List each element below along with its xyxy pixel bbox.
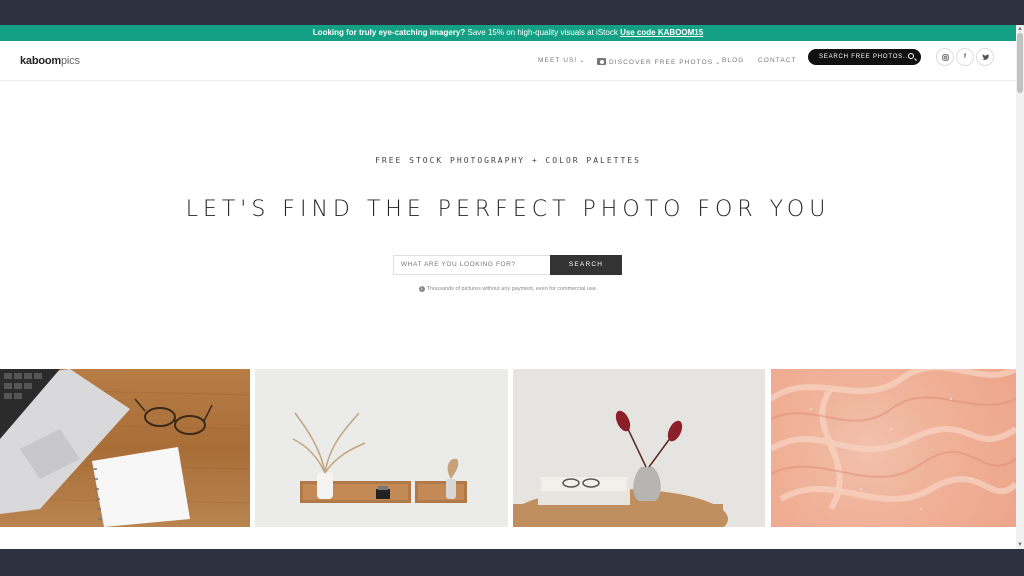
promo-banner: Looking for truly eye-catching imagery? … — [0, 25, 1016, 41]
chevron-down-icon: ⌄ — [715, 60, 722, 66]
hero-hint: i Thousands of pictures without any payme… — [0, 286, 1016, 292]
chevron-down-icon: ⌄ — [579, 58, 586, 64]
wall-shelf-vases-photo[interactable] — [255, 369, 508, 527]
page-scrollbar[interactable]: ▲ ▼ — [1016, 25, 1024, 549]
promo-text: Save 15% on high-quality visuals at iSto… — [467, 28, 618, 37]
hint-text: Thousands of pictures without any paymen… — [426, 286, 598, 292]
twitter-icon[interactable] — [976, 48, 994, 66]
hero-title: LET'S FIND THE PERFECT PHOTO FOR YOU — [185, 197, 831, 222]
facebook-icon[interactable]: f — [956, 48, 974, 66]
pink-texture-photo[interactable] — [771, 369, 1016, 527]
nav-discover-label: DISCOVER FREE PHOTOS — [609, 59, 714, 66]
window-frame-top — [0, 0, 1024, 25]
nav-blog[interactable]: BLOG — [722, 57, 744, 64]
window-frame-bottom — [0, 549, 1024, 576]
header-search-button[interactable]: SEARCH FREE PHOTOS... — [808, 49, 921, 65]
promo-code-link[interactable]: Use code KABOOM15 — [620, 28, 703, 37]
nav-contact[interactable]: CONTACT — [758, 57, 797, 64]
site-logo[interactable]: kaboompics — [20, 55, 80, 67]
search-icon — [908, 53, 914, 59]
info-icon: i — [418, 286, 425, 292]
scroll-down-icon[interactable]: ▼ — [1016, 541, 1024, 549]
search-button[interactable]: SEARCH — [550, 255, 622, 275]
promo-lead: Looking for truly eye-catching imagery? — [312, 28, 466, 37]
header-search-label: SEARCH FREE PHOTOS... — [819, 54, 911, 60]
scroll-up-icon[interactable]: ▲ — [1016, 25, 1024, 33]
logo-bold: kaboom — [20, 55, 61, 67]
camera-icon — [597, 58, 606, 65]
search-input[interactable]: WHAT ARE YOU LOOKING FOR? — [393, 255, 550, 275]
browser-viewport: Looking for truly eye-catching imagery? … — [0, 25, 1016, 549]
instagram-icon[interactable] — [936, 48, 954, 66]
scroll-thumb[interactable] — [1017, 33, 1023, 93]
site-header: kaboompics MEET US! ⌄ DISCOVER FREE PHOTO… — [0, 41, 1016, 81]
laptop-notebook-glasses-photo[interactable] — [0, 369, 250, 527]
hero-subtitle: FREE STOCK PHOTOGRAPHY + COLOR PALETTES — [375, 156, 641, 165]
table-vase-books-photo[interactable] — [513, 369, 765, 527]
nav-meet-us[interactable]: MEET US! ⌄ — [538, 57, 586, 64]
logo-light: pics — [60, 55, 80, 67]
nav-discover-free-photos[interactable]: DISCOVER FREE PHOTOS ⌄ — [597, 57, 721, 66]
nav-meet-label: MEET US! — [538, 57, 578, 64]
